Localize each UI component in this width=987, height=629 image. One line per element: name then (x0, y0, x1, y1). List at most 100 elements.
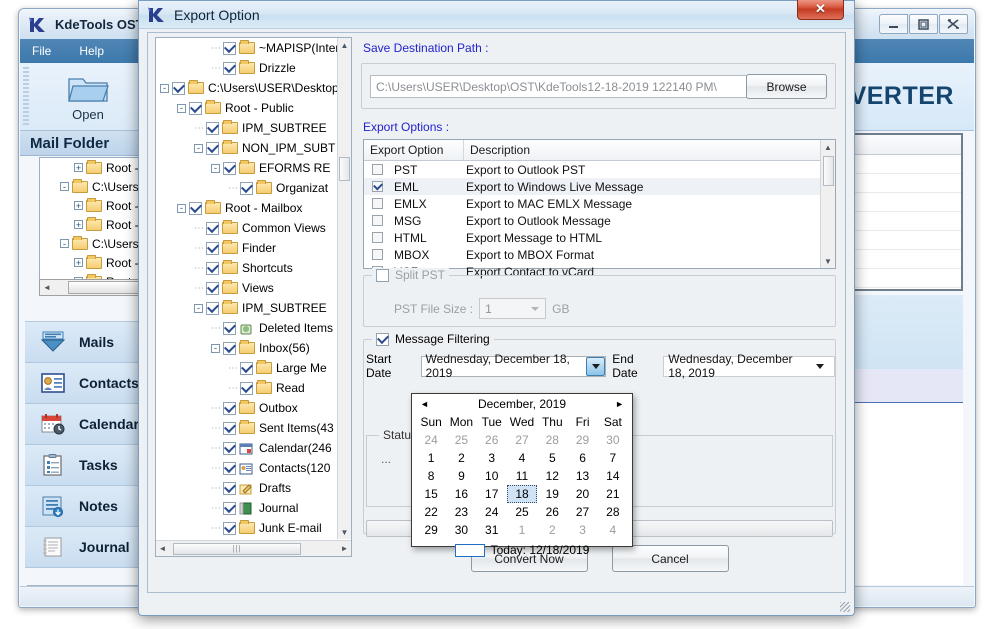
calendar-day[interactable]: 3 (567, 521, 597, 539)
tree-item[interactable]: ⋯ Deleted Items (156, 318, 337, 338)
calendar-day[interactable]: 10 (477, 467, 507, 485)
expand-icon[interactable]: + (74, 201, 83, 210)
calendar-day[interactable]: 21 (598, 485, 628, 503)
calendar-day[interactable]: 26 (537, 503, 567, 521)
today-label[interactable]: Today: 12/18/2019 (491, 543, 590, 557)
tree-item[interactable]: ⋯ Contacts(120 (156, 458, 337, 478)
checkbox-icon[interactable] (206, 141, 219, 155)
calendar-day[interactable]: 27 (567, 503, 597, 521)
checkbox-icon[interactable] (223, 161, 236, 175)
scroll-up-icon[interactable]: ▲ (338, 38, 351, 52)
tree-item[interactable]: - Root - Mailbox (156, 198, 337, 218)
checkbox-icon[interactable] (223, 421, 236, 435)
calendar-day[interactable]: 13 (567, 467, 597, 485)
calendar-day[interactable]: 16 (446, 485, 476, 503)
table-row[interactable]: PST Export to Outlook PST (364, 161, 835, 178)
calendar-day[interactable]: 17 (477, 485, 507, 503)
calendar-day[interactable]: 19 (537, 485, 567, 503)
open-button[interactable]: Open (40, 67, 136, 127)
scroll-left-icon[interactable]: ◄ (156, 542, 169, 556)
calendar-day[interactable]: 28 (598, 503, 628, 521)
calendar-day[interactable]: 23 (446, 503, 476, 521)
menu-file[interactable]: File (32, 44, 51, 58)
calendar-day[interactable]: 12 (537, 467, 567, 485)
checkbox-icon[interactable] (223, 321, 236, 335)
scroll-right-icon[interactable]: ► (338, 542, 351, 556)
table-row[interactable]: MSG Export to Outlook Message (364, 212, 835, 229)
tree-item[interactable]: - C:\Users\USER\Desktop (156, 78, 337, 98)
tree-item[interactable]: ⋯ Finder (156, 238, 337, 258)
tree-item[interactable]: - Root - Public (156, 98, 337, 118)
collapse-icon[interactable]: - (194, 303, 203, 313)
expand-icon[interactable]: + (74, 163, 83, 172)
resize-grip[interactable] (840, 602, 850, 612)
checkbox-icon[interactable] (223, 341, 236, 355)
calendar-day[interactable]: 7 (598, 449, 628, 467)
calendar-day[interactable]: 2 (537, 521, 567, 539)
checkbox-icon[interactable] (223, 401, 236, 415)
tree-item[interactable]: ⋯ IPM_SUBTREE (156, 118, 337, 138)
checkbox-icon[interactable] (240, 361, 253, 375)
checkbox-icon[interactable] (372, 215, 383, 226)
calendar-next-icon[interactable]: ► (615, 399, 624, 409)
calendar-day-selected[interactable]: 18 (506, 485, 538, 503)
calendar-day[interactable]: 5 (537, 449, 567, 467)
tree-item[interactable]: - Inbox(56) (156, 338, 337, 358)
close-icon[interactable] (939, 14, 968, 34)
scroll-thumb[interactable] (822, 156, 834, 186)
calendar-day[interactable]: 4 (507, 449, 537, 467)
checkbox-icon[interactable] (172, 81, 185, 95)
tree-item[interactable]: ⋯ Journal (156, 498, 337, 518)
expand-icon[interactable]: + (74, 258, 83, 267)
collapse-icon[interactable]: - (194, 143, 203, 153)
checkbox-icon[interactable] (223, 461, 236, 475)
collapse-icon[interactable]: - (177, 103, 186, 113)
checkbox-icon[interactable] (372, 198, 383, 209)
scroll-down-icon[interactable]: ▼ (822, 254, 835, 268)
browse-button[interactable]: Browse (746, 74, 827, 99)
checkbox-icon[interactable] (189, 101, 202, 115)
calendar-day[interactable]: 30 (598, 431, 628, 449)
table-row[interactable]: MBOX Export to MBOX Format (364, 246, 835, 263)
tree-item[interactable]: - NON_IPM_SUBT (156, 138, 337, 158)
tree-item[interactable]: ⋯ Calendar(246 (156, 438, 337, 458)
expand-icon[interactable]: + (74, 220, 83, 229)
calendar-day-grid[interactable]: 24 25 26 27 28 29 30 1 2 3 4 5 6 7 8 9 10 11 12 13 14 15 16 17 1… (412, 431, 632, 539)
tree-item[interactable]: ⋯Notes (156, 538, 337, 539)
tree-item[interactable]: ⋯ Sent Items(43 (156, 418, 337, 438)
checkbox-icon[interactable] (189, 201, 202, 215)
calendar-day[interactable]: 1 (416, 449, 446, 467)
collapse-icon[interactable]: - (60, 182, 69, 191)
tree-hscrollbar[interactable]: ◄ ||| ► (156, 540, 351, 556)
tree-item[interactable]: ⋯ Junk E-mail (156, 518, 337, 538)
scroll-thumb[interactable] (339, 156, 350, 181)
end-date-dropdown-icon[interactable] (811, 357, 830, 376)
calendar-day[interactable]: 27 (507, 431, 537, 449)
destination-path-input[interactable]: C:\Users\USER\Desktop\OST\KdeTools12-18-… (370, 75, 759, 98)
scroll-left-icon[interactable]: ◄ (40, 280, 54, 295)
minimize-icon[interactable] (879, 14, 908, 34)
checkbox-icon[interactable] (206, 261, 219, 275)
checkbox-icon[interactable] (223, 501, 236, 515)
checkbox-icon[interactable] (223, 441, 236, 455)
calendar-day[interactable]: 4 (598, 521, 628, 539)
tree-item[interactable]: ⋯ Drizzle (156, 58, 337, 78)
checkbox-icon[interactable] (206, 221, 219, 235)
collapse-icon[interactable]: - (211, 163, 220, 173)
tree-vscrollbar[interactable]: ▲ ▼ (337, 38, 351, 539)
end-date-picker[interactable]: Wednesday, December 18, 2019 (663, 352, 835, 380)
pst-file-size-select[interactable]: 1 (479, 298, 547, 319)
calendar-day[interactable]: 3 (477, 449, 507, 467)
calendar-day[interactable]: 24 (416, 431, 446, 449)
scroll-down-icon[interactable]: ▼ (338, 525, 351, 539)
tree-item[interactable]: - EFORMS RE (156, 158, 337, 178)
calendar-day[interactable]: 1 (507, 521, 537, 539)
scroll-thumb[interactable]: ||| (173, 542, 301, 555)
calendar-day[interactable]: 24 (477, 503, 507, 521)
maximize-icon[interactable] (909, 14, 938, 34)
calendar-day[interactable]: 8 (416, 467, 446, 485)
export-options-list[interactable]: Export Option Description PST Export to O… (363, 139, 836, 279)
tree-item[interactable]: ⋯ Read (156, 378, 337, 398)
calendar-day[interactable]: 30 (446, 521, 476, 539)
collapse-icon[interactable]: - (177, 203, 186, 213)
